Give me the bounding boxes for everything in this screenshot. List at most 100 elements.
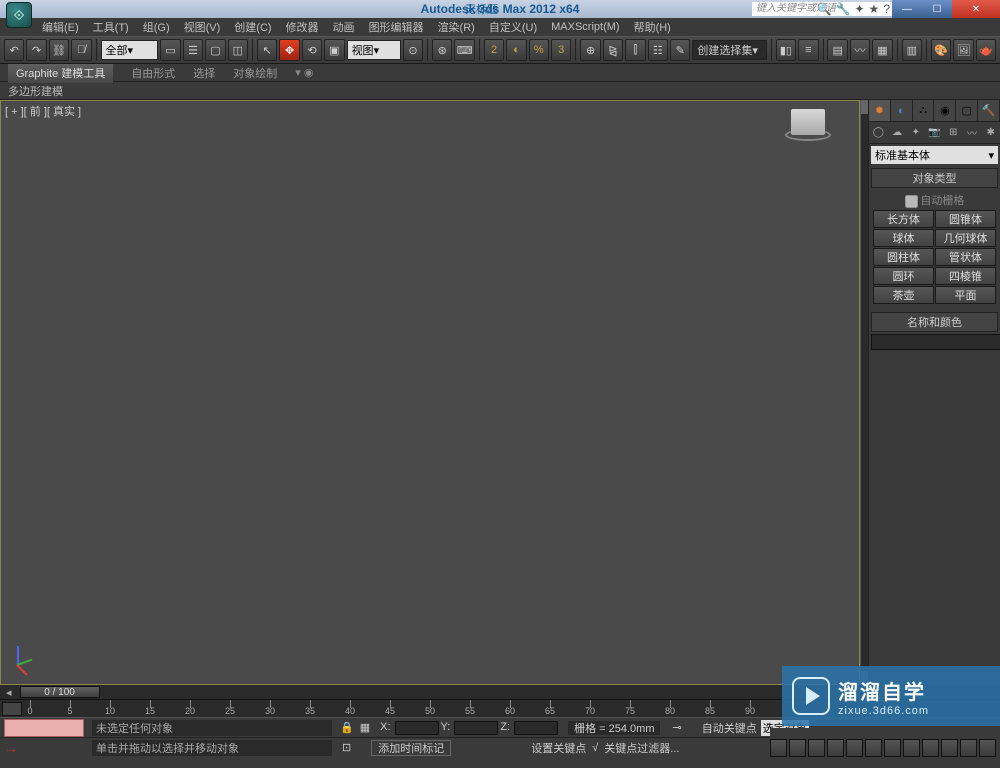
tab-motion[interactable]: ◉ xyxy=(934,100,956,121)
select-name-button[interactable]: ☰ xyxy=(183,39,203,61)
mirror-button[interactable]: ⧎ xyxy=(603,39,623,61)
align-tool-button[interactable]: ≡ xyxy=(798,39,818,61)
snap-2d-button[interactable]: 2 xyxy=(484,39,504,61)
material-editor-button[interactable]: ▥ xyxy=(902,39,922,61)
lock-icon[interactable]: 🔒 xyxy=(340,721,354,734)
btn-geosphere[interactable]: 几何球体 xyxy=(935,229,996,247)
tab-utilities[interactable]: 🔨 xyxy=(978,100,1000,121)
menu-animation[interactable]: 动画 xyxy=(333,19,355,35)
menu-views[interactable]: 视图(V) xyxy=(184,19,221,35)
y-input[interactable] xyxy=(454,721,498,735)
refcoord-dropdown[interactable]: 视图 ▾ xyxy=(347,40,401,60)
keyfilter-button[interactable]: 关键点过滤器... xyxy=(604,740,679,756)
ribbon-tab-freeform[interactable]: 自由形式 xyxy=(131,65,175,81)
btn-torus[interactable]: 圆环 xyxy=(873,267,934,285)
edit-named-sel-button[interactable]: ⊕ xyxy=(580,39,600,61)
render-setup-button[interactable]: 🎨 xyxy=(931,39,951,61)
subtab-helpers[interactable]: ⊞ xyxy=(944,122,963,143)
key-icon[interactable]: 🔧 xyxy=(836,2,851,16)
zoom-extents-button[interactable] xyxy=(903,739,920,757)
keyboard-shortcut-button[interactable]: ⌨ xyxy=(454,39,474,61)
btn-pyramid[interactable]: 四棱锥 xyxy=(935,267,996,285)
polymodeling-label[interactable]: 多边形建模 xyxy=(8,83,63,99)
minimize-button[interactable]: — xyxy=(892,0,922,18)
btn-cylinder[interactable]: 圆柱体 xyxy=(873,248,934,266)
subtab-shapes[interactable]: ☁ xyxy=(888,122,907,143)
trackbar-toggle[interactable] xyxy=(2,702,22,716)
viewport[interactable]: [ + ][ 前 ][ 真实 ] xyxy=(0,100,860,685)
menu-modifiers[interactable]: 修改器 xyxy=(286,19,319,35)
scale-button[interactable]: ▣ xyxy=(324,39,344,61)
named-selset-dropdown[interactable]: 创建选择集 ▾ xyxy=(692,40,766,60)
orbit-button[interactable] xyxy=(960,739,977,757)
category-dropdown[interactable]: 标准基本体▾ xyxy=(871,146,998,164)
script-mini-listener[interactable] xyxy=(4,719,84,737)
btn-teapot[interactable]: 茶壶 xyxy=(873,286,934,304)
mirror-tool-button[interactable]: ▮▯ xyxy=(776,39,796,61)
subtab-geometry[interactable]: ◯ xyxy=(869,122,888,143)
x-input[interactable] xyxy=(395,721,439,735)
redo-button[interactable]: ↷ xyxy=(26,39,46,61)
tab-display[interactable]: ▢ xyxy=(956,100,978,121)
pivot-button[interactable]: ⊙ xyxy=(403,39,423,61)
timeslider-prev-icon[interactable]: ◂ xyxy=(6,686,12,699)
zoom-button[interactable] xyxy=(865,739,882,757)
btn-plane[interactable]: 平面 xyxy=(935,286,996,304)
isolate-icon[interactable]: ⊡ xyxy=(342,741,351,754)
menu-grapheditors[interactable]: 图形编辑器 xyxy=(369,19,424,35)
schematic-button[interactable]: ▦ xyxy=(872,39,892,61)
ribbon-tab-selection[interactable]: 选择 xyxy=(193,65,215,81)
subtab-lights[interactable]: ✦ xyxy=(906,122,925,143)
ribbon-tab-paint[interactable]: 对象绘制 xyxy=(233,65,277,81)
menu-create[interactable]: 创建(C) xyxy=(234,19,271,35)
undo-button[interactable]: ↶ xyxy=(4,39,24,61)
menu-help[interactable]: 帮助(H) xyxy=(634,19,671,35)
select-region-button[interactable]: ▢ xyxy=(205,39,225,61)
object-name-input[interactable] xyxy=(871,334,1000,350)
rotate-button[interactable]: ⟲ xyxy=(302,39,322,61)
select-button[interactable]: ↖ xyxy=(257,39,277,61)
select-object-button[interactable]: ▭ xyxy=(160,39,180,61)
setkey-icon[interactable]: √ xyxy=(592,742,598,754)
snap-percent-button[interactable]: % xyxy=(529,39,549,61)
ribbon-tab-graphite[interactable]: Graphite 建模工具 xyxy=(8,63,113,83)
menu-rendering[interactable]: 渲染(R) xyxy=(438,19,475,35)
selection-lock-icon[interactable]: ▦ xyxy=(360,721,370,734)
add-time-tag-button[interactable]: 添加时间标记 xyxy=(371,740,451,756)
maximize-viewport-button[interactable] xyxy=(979,739,996,757)
subtab-cameras[interactable]: 📷 xyxy=(925,122,944,143)
menu-maxscript[interactable]: MAXScript(M) xyxy=(551,21,619,33)
manipulate-button[interactable]: ⊛ xyxy=(432,39,452,61)
link-button[interactable]: ⛓ xyxy=(49,39,69,61)
btn-tube[interactable]: 管状体 xyxy=(935,248,996,266)
menu-edit[interactable]: 编辑(E) xyxy=(42,19,79,35)
play-button[interactable] xyxy=(808,739,825,757)
binoculars-icon[interactable]: 🔍 xyxy=(817,2,832,16)
render-button[interactable]: 🫖 xyxy=(976,39,996,61)
selection-filter-dropdown[interactable]: 全部 ▾ xyxy=(101,40,159,60)
layer-button[interactable]: ▤ xyxy=(827,39,847,61)
goto-start-button[interactable] xyxy=(770,739,787,757)
zoom-all-button[interactable] xyxy=(884,739,901,757)
viewcube[interactable] xyxy=(785,109,831,149)
curve-editor-button[interactable]: 〰 xyxy=(850,39,870,61)
close-button[interactable]: ✕ xyxy=(952,0,1000,18)
menu-group[interactable]: 组(G) xyxy=(143,19,170,35)
key-icon2[interactable]: ⊸ xyxy=(672,721,681,734)
favorite-icon[interactable]: ★ xyxy=(869,2,880,16)
btn-cone[interactable]: 圆锥体 xyxy=(935,210,996,228)
setkey-button[interactable]: 设置关键点 xyxy=(531,740,586,756)
time-slider-handle[interactable]: 0 / 100 xyxy=(20,686,100,698)
ribbon-expand-icon[interactable]: ▾ ◉ xyxy=(295,66,313,79)
spinner-snap-button[interactable]: 3 xyxy=(551,39,571,61)
autogrid-checkbox[interactable]: 自动栅格 xyxy=(873,190,996,210)
window-crossing-button[interactable]: ◫ xyxy=(228,39,248,61)
move-button[interactable]: ✥ xyxy=(279,39,299,61)
snap-angle-button[interactable]: ◐ xyxy=(506,39,526,61)
prev-frame-button[interactable] xyxy=(789,739,806,757)
exchange-icon[interactable]: ✦ xyxy=(854,2,864,16)
autokey-button[interactable]: 自动关键点 xyxy=(702,720,757,736)
maximize-button[interactable]: ☐ xyxy=(922,0,952,18)
viewport-label[interactable]: [ + ][ 前 ][ 真实 ] xyxy=(5,103,81,119)
unlink-button[interactable]: ⛓̸ xyxy=(71,39,91,61)
